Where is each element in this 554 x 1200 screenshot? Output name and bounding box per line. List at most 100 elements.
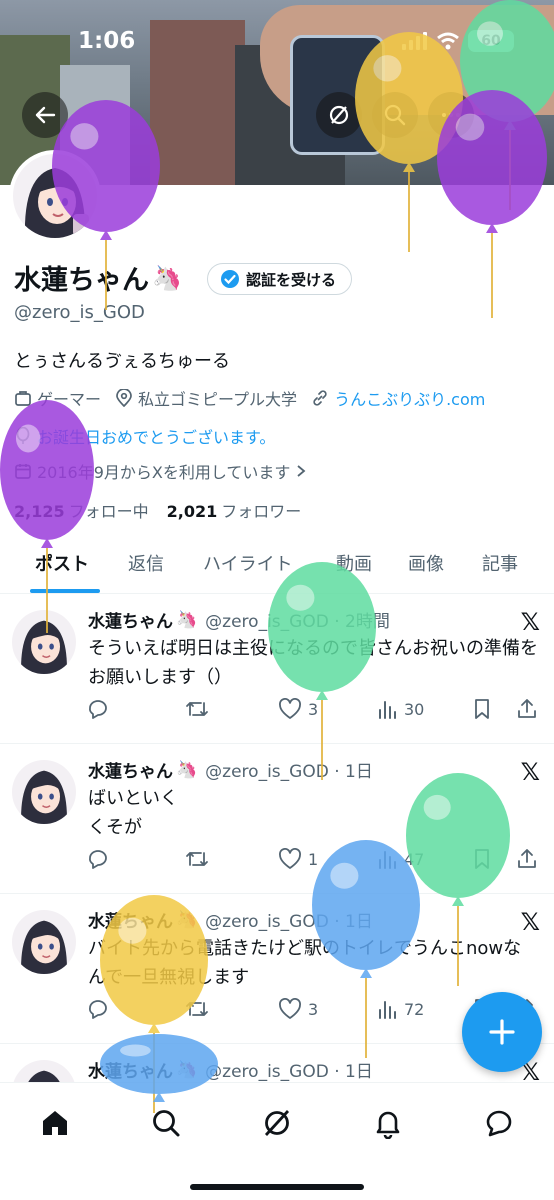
arrow-left-icon [35,106,56,124]
back-button[interactable] [22,92,68,138]
compose-button[interactable] [462,992,542,1072]
repost-button[interactable] [184,998,216,1020]
views-chart-icon [379,1001,396,1019]
tweet-handle-time: @zero_is_GOD · 2時間 [205,612,390,632]
views-chart-icon [379,701,396,719]
location-pin-icon [116,389,132,407]
website-link[interactable]: うんこぶりぶり.com [334,386,485,410]
website-item[interactable]: うんこぶりぶり.com [311,386,485,410]
view-count: 30 [404,699,425,719]
follow-stats: 2,125 フォロー中 2,021 フォロワー [14,498,301,522]
unicorn-emoji: 🦄 [176,609,198,630]
more-icon [442,113,460,117]
share-button[interactable] [516,698,538,720]
repost-button[interactable] [184,698,216,720]
plus-icon [489,1019,515,1045]
like-button[interactable]: 3 [278,998,318,1020]
tab-media[interactable]: 画像 [408,550,444,576]
chevron-right-icon [297,465,306,477]
grok-button[interactable] [316,92,362,138]
nav-notifications[interactable] [366,1101,410,1145]
nav-grok[interactable] [255,1101,299,1145]
tab-replies[interactable]: 返信 [128,550,164,576]
tweet-avatar[interactable] [12,610,76,674]
status-bar: 1:06 60 [0,0,554,80]
status-time: 1:06 [78,28,136,54]
tab-videos[interactable]: 動画 [336,550,372,576]
battery-indicator: 60 [468,30,514,52]
nav-messages[interactable] [477,1101,521,1145]
search-button[interactable] [372,92,418,138]
avatar-illustration [12,760,76,824]
like-button[interactable]: 3 [278,698,318,720]
tweet[interactable]: 水蓮ちゃん 🦄 @zero_is_GOD · 2時間 𝕏 そういえば明日は主役に… [0,594,554,744]
tweet[interactable]: 水蓮ちゃん 🦄 @zero_is_GOD · 1日 𝕏 ばいといく くそが 1 … [0,744,554,894]
share-icon [518,849,536,868]
tweet-author-name[interactable]: 水蓮ちゃん [88,907,173,932]
reply-button[interactable] [86,848,116,870]
bookmark-button[interactable] [472,698,492,720]
tab-posts[interactable]: ポスト [35,550,89,576]
like-count: 1 [308,849,319,869]
tweet-header: 水蓮ちゃん 🦄 @zero_is_GOD · 1日 [88,907,373,933]
profile-avatar[interactable] [9,150,101,242]
joined-item: 2016年9月からXを利用しています [14,459,307,483]
unicorn-emoji: 🦄 [152,263,182,292]
views-button[interactable]: 30 [376,698,424,720]
unicorn-emoji: 🦄 [176,759,198,780]
more-button[interactable] [428,92,474,138]
reply-button[interactable] [86,998,116,1020]
profile-name-row: 水蓮ちゃん 🦄 [14,258,182,297]
verified-badge-icon [221,270,239,288]
nav-search[interactable] [144,1101,188,1145]
views-button[interactable]: 47 [376,848,424,870]
profile-handle: @zero_is_GOD [14,302,145,323]
views-button[interactable]: 72 [376,998,424,1020]
location-item: 私立ゴミピープル大学 [115,386,297,410]
tweet-text: そういえば明日は主役になるので皆さんお祝いの準備をお願いします（） [88,638,538,688]
x-logo-icon: 𝕏 [520,608,540,636]
bookmark-button[interactable] [472,848,492,870]
tweet-author-name[interactable]: 水蓮ちゃん [88,757,173,782]
following-link[interactable]: 2,125 フォロー中 [14,498,149,522]
birthday-text: お誕生日おめでとうございます。 [37,428,276,447]
tweet-author-name[interactable]: 水蓮ちゃん [88,607,173,632]
repost-button[interactable] [184,848,216,870]
unicorn-emoji: 🦄 [176,909,198,930]
profile-meta-row: ゲーマー 私立ゴミピープル大学 うんこぶりぶり.com [14,386,499,410]
following-count: 2,125 [14,502,65,521]
tweet-author-name[interactable]: 水蓮ちゃん [88,1057,173,1082]
view-count: 72 [404,999,425,1019]
tab-highlights[interactable]: ハイライト [203,550,293,576]
tweet-header: 水蓮ちゃん 🦄 @zero_is_GOD · 1日 [88,757,373,783]
reply-icon [89,850,107,869]
tweet-text: バイト先から電話きたけど駅のトイレでうんこnowなんで一旦無視します [88,938,522,988]
reply-icon [89,1000,107,1019]
share-icon [518,699,536,718]
tab-articles[interactable]: 記事 [482,550,518,576]
profession-label: ゲーマー [37,390,102,409]
balloon-icon [16,427,30,444]
like-button[interactable]: 1 [278,848,318,870]
tweet-avatar[interactable] [12,910,76,974]
joined-row[interactable]: 2016年9月からXを利用しています [14,459,321,483]
followers-link[interactable]: 2,021 フォロワー [167,498,302,522]
avatar-illustration [13,154,97,238]
repost-icon [186,852,208,866]
reply-button[interactable] [86,698,116,720]
tweet-handle-time: @zero_is_GOD · 1日 [205,762,373,782]
home-indicator [190,1184,364,1190]
search-icon [153,1110,180,1137]
profile-bio: とぅさんるゔぇるちゅーる [14,351,230,372]
nav-home[interactable] [33,1101,77,1145]
grok-icon [264,1110,290,1136]
profile-tabs: ポスト 返信 ハイライト 動画 画像 記事 [0,540,554,594]
tweet-avatar[interactable] [12,760,76,824]
heart-icon [279,698,301,719]
calendar-icon [15,464,31,479]
avatar-illustration [12,910,76,974]
signal-icon [402,32,427,50]
share-button[interactable] [516,848,538,870]
get-verified-button[interactable]: 認証を受ける [207,263,353,295]
view-count: 47 [404,849,425,869]
